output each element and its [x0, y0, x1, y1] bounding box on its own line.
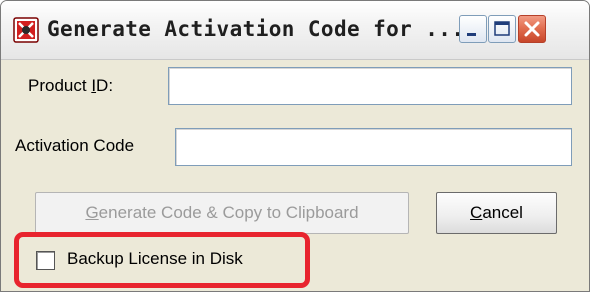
maximize-icon: [494, 21, 510, 36]
maximize-button[interactable]: [488, 15, 516, 43]
close-icon: [524, 21, 540, 37]
generate-button-label: enerate Code & Copy to Clipboard: [98, 203, 359, 222]
dialog-window: Generate Activation Code for ... Product…: [0, 0, 590, 292]
generate-code-button[interactable]: Generate Code & Copy to Clipboard: [35, 192, 409, 234]
cancel-button[interactable]: Cancel: [436, 192, 557, 234]
close-button[interactable]: [518, 15, 546, 43]
product-id-field[interactable]: [168, 67, 572, 105]
minimize-icon: [467, 33, 476, 36]
app-icon: [13, 17, 39, 43]
cancel-button-label: ancel: [482, 203, 523, 222]
product-id-label: Product ID:: [28, 76, 113, 96]
generate-button-accel: G: [85, 203, 99, 222]
title-bar[interactable]: Generate Activation Code for ...: [1, 1, 589, 60]
cancel-button-accel: C: [470, 203, 483, 222]
product-id-label-suffix: D:: [96, 76, 114, 95]
window-title: Generate Activation Code for ...: [47, 17, 465, 41]
minimize-button[interactable]: [459, 15, 487, 43]
activation-code-field[interactable]: [175, 128, 572, 166]
activation-code-label: Activation Code: [15, 136, 135, 155]
product-id-label-prefix: Product: [28, 76, 92, 95]
highlight-annotation: [14, 232, 310, 288]
